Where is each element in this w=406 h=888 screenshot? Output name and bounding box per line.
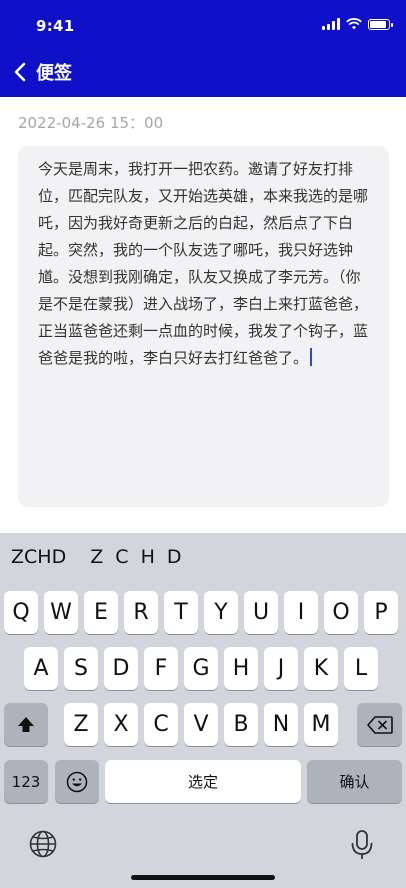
return-key[interactable]: 确认: [307, 760, 402, 803]
home-indicator: [131, 875, 275, 880]
space-key[interactable]: 选定: [105, 760, 301, 803]
key-s[interactable]: S: [64, 647, 98, 690]
note-text-area[interactable]: 今天是周末，我打开一把农药。邀请了好友打排位，匹配完队友，又开始选英雄，本来我选…: [38, 156, 368, 372]
key-v[interactable]: V: [184, 703, 218, 746]
key-y[interactable]: Y: [204, 591, 238, 634]
key-w[interactable]: W: [44, 591, 78, 634]
page-title: 便签: [36, 63, 72, 84]
key-m[interactable]: M: [304, 703, 338, 746]
mic-icon[interactable]: [350, 829, 374, 861]
note-content: 今天是周末，我打开一把农药。邀请了好友打排位，匹配完队友，又开始选英雄，本来我选…: [38, 160, 369, 367]
key-g[interactable]: G: [184, 647, 218, 690]
text-caret: [310, 348, 313, 366]
globe-icon[interactable]: [28, 829, 58, 859]
key-f[interactable]: F: [144, 647, 178, 690]
key-k[interactable]: K: [304, 647, 338, 690]
signal-icon: [322, 18, 340, 30]
app-header: 9:41 便签: [0, 0, 406, 97]
suggestion-bar: ZCHD Z C H D: [0, 533, 406, 581]
key-c[interactable]: C: [144, 703, 178, 746]
suggestion-item[interactable]: ZCHD: [11, 546, 66, 568]
key-x[interactable]: X: [104, 703, 138, 746]
numbers-key[interactable]: 123: [4, 760, 48, 803]
battery-icon: [368, 18, 393, 30]
wifi-icon: [346, 18, 362, 30]
delete-icon: [366, 715, 393, 734]
key-l[interactable]: L: [344, 647, 378, 690]
key-r[interactable]: R: [124, 591, 158, 634]
note-timestamp: 2022-04-26 15：00: [18, 114, 164, 132]
key-o[interactable]: O: [324, 591, 358, 634]
key-e[interactable]: E: [84, 591, 118, 634]
key-a[interactable]: A: [24, 647, 58, 690]
suggestion-item[interactable]: Z C H D: [90, 546, 184, 568]
nav-bar: 便签: [0, 55, 72, 89]
status-time: 9:41: [36, 17, 75, 35]
chevron-left-icon[interactable]: [14, 61, 32, 83]
keyboard: ZCHD Z C H D QWERTYUIOP ASDFGHJKL ZXCVBN…: [0, 533, 406, 888]
shift-key[interactable]: [4, 703, 48, 746]
key-u[interactable]: U: [244, 591, 278, 634]
key-n[interactable]: N: [264, 703, 298, 746]
key-z[interactable]: Z: [64, 703, 98, 746]
note-editor[interactable]: 今天是周末，我打开一把农药。邀请了好友打排位，匹配完队友，又开始选英雄，本来我选…: [18, 146, 389, 507]
key-d[interactable]: D: [104, 647, 138, 690]
emoji-icon: [66, 771, 88, 792]
shift-icon: [18, 716, 34, 732]
delete-key[interactable]: [357, 703, 402, 746]
key-p[interactable]: P: [364, 591, 398, 634]
key-j[interactable]: J: [264, 647, 298, 690]
key-b[interactable]: B: [224, 703, 258, 746]
key-t[interactable]: T: [164, 591, 198, 634]
key-q[interactable]: Q: [4, 591, 38, 634]
emoji-key[interactable]: [55, 760, 99, 803]
key-i[interactable]: I: [284, 591, 318, 634]
screen: 9:41 便签 2022-04-26 15：00 今天是周末，我打开一把农药。邀…: [0, 0, 406, 888]
status-icons: [322, 18, 393, 30]
key-h[interactable]: H: [224, 647, 258, 690]
